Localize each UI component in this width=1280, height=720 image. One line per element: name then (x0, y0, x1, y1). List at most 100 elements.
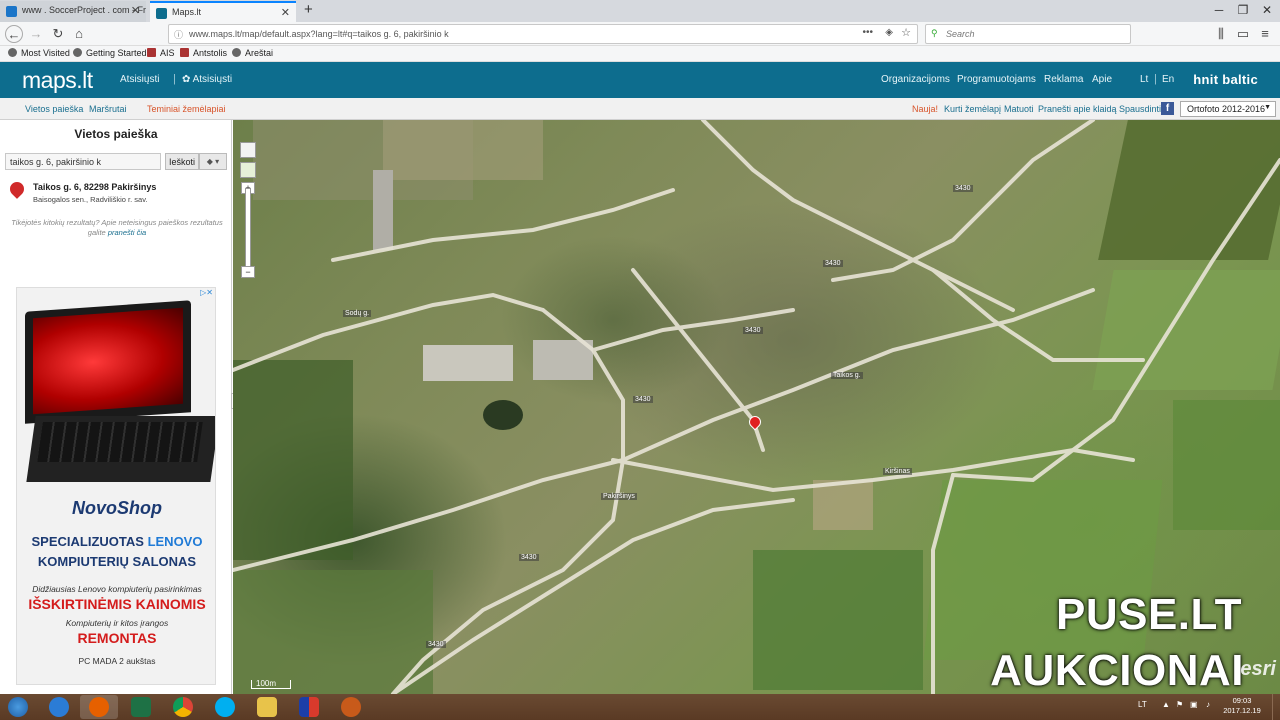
road-3430-south (391, 308, 625, 694)
forward-icon[interactable]: → (27, 25, 45, 43)
bookmarks-bar: Most Visited Getting Started AIS Antstol… (0, 46, 1280, 62)
close-window-icon[interactable]: ✕ (1252, 0, 1280, 22)
search-bar[interactable]: ⚲ Search (925, 24, 1131, 44)
result-pin-icon (7, 179, 27, 199)
site-logo[interactable]: maps.lt (22, 67, 93, 94)
ad-small-3: PC MADA 2 aukštas (78, 656, 156, 666)
app2-icon (341, 697, 361, 717)
ad-close-icon[interactable]: ▷✕ (200, 288, 213, 297)
taskbar-chrome[interactable] (164, 695, 202, 719)
back-icon[interactable]: ← (5, 25, 23, 43)
map-view[interactable]: 3430 3430 3430 3430 3430 3430 Taikos g. … (233, 120, 1280, 694)
ad-small-1: Didžiausias Lenovo kompiuterių pasirinki… (32, 584, 202, 594)
close-tab-icon[interactable]: ✕ (131, 4, 140, 17)
library-icon[interactable]: ⫼ (1212, 25, 1230, 43)
taskbar-firefox[interactable] (80, 695, 118, 719)
location-search-input[interactable]: taikos g. 6, pakiršinio k (5, 153, 161, 170)
pan-tool-icon[interactable] (240, 142, 256, 158)
maps-favicon-icon (156, 8, 167, 19)
facebook-icon[interactable]: f (1161, 102, 1174, 115)
search-button[interactable]: Ieškoti (165, 153, 199, 170)
url-bar[interactable]: ⓘ www.maps.lt/map/default.aspx?lang=lt#q… (168, 24, 918, 44)
lang-lt[interactable]: Lt (1140, 74, 1148, 85)
system-clock[interactable]: 09:03 2017.12.19 (1222, 696, 1262, 716)
zoom-slider[interactable] (245, 188, 251, 268)
bookmark-arestai[interactable]: Areštai (232, 48, 273, 58)
road-inner (631, 268, 765, 452)
tab-maps[interactable]: Maps.lt ✕ (150, 1, 296, 22)
menu-spausdinti[interactable]: Spausdinti (1119, 104, 1161, 114)
ad-small-2: Kompiuterių ir kitos įrangos (65, 618, 169, 628)
bookmark-getting-started[interactable]: Getting Started (73, 48, 147, 58)
tray-arrow-icon[interactable]: ▲ (1162, 700, 1170, 709)
road-label: Pakiršinys (601, 493, 637, 500)
nav-programuotojams[interactable]: Programuotojams (957, 74, 1036, 85)
nav-reklama[interactable]: Reklama (1044, 74, 1083, 85)
excel-icon (131, 697, 151, 717)
pocket-icon[interactable]: ◈ (885, 27, 893, 38)
search-options-dropdown[interactable]: ◆ ▾ (199, 153, 227, 170)
chevron-down-icon: ▼ (1264, 104, 1271, 111)
road-southwest (233, 458, 625, 572)
ad-big-2: REMONTAS (77, 630, 157, 646)
sidebar-icon[interactable]: ▭ (1234, 25, 1252, 43)
antstolis-icon (180, 48, 189, 57)
nav-apie[interactable]: Apie (1092, 74, 1112, 85)
bookmark-ais[interactable]: AIS (147, 48, 175, 58)
network-icon[interactable]: ▣ (1190, 700, 1198, 709)
ais-icon (147, 48, 156, 57)
volume-icon[interactable]: ♪ (1206, 700, 1210, 709)
show-desktop-button[interactable] (1272, 694, 1280, 720)
internet-explorer-icon (49, 697, 69, 717)
new-tab-icon[interactable]: + (304, 1, 313, 18)
info-icon[interactable]: ⓘ (174, 28, 183, 41)
road-label: Kiršinas (883, 468, 912, 475)
menu-teminiai-zemelapiai[interactable]: Teminiai žemėlapiai (147, 104, 226, 114)
menu-pranesti[interactable]: Pranešti apie klaidą (1038, 104, 1117, 114)
menu-marsrutai[interactable]: Maršrutai (89, 104, 127, 114)
android-icon: ✿ (182, 74, 193, 85)
road-east (931, 268, 1145, 362)
taskbar-explorer[interactable] (248, 695, 286, 719)
zoom-out-button[interactable]: − (241, 266, 255, 278)
download-android-link[interactable]: ✿ Atsisiųsti (182, 74, 232, 85)
taskbar-excel[interactable] (122, 695, 160, 719)
close-tab-icon[interactable]: ✕ (281, 6, 290, 19)
report-link[interactable]: pranešti čia (108, 228, 146, 237)
new-badge: Nauja! (912, 104, 939, 114)
nav-organizacijoms[interactable]: Organizacijoms (881, 74, 950, 85)
tab-soccerproject[interactable]: www . SoccerProject . com - Fr ✕ (0, 1, 146, 22)
menu-kurti-zemelapi[interactable]: Kurti žemėlapį (944, 104, 1001, 114)
road-label: Taikos g. (831, 372, 863, 379)
taskbar-app2[interactable] (332, 695, 370, 719)
taskbar-skype[interactable] (206, 695, 244, 719)
download-ios-link[interactable]: Atsisiųsti (120, 74, 159, 85)
home-icon[interactable]: ⌂ (70, 25, 88, 43)
ad-headline-2: KOMPIUTERIŲ SALONAS (37, 554, 197, 569)
page-actions-icon[interactable]: ••• (862, 27, 873, 38)
language-indicator[interactable]: LT (1138, 700, 1147, 709)
menu-icon[interactable]: ≡ (1256, 25, 1274, 43)
ortofoto-select[interactable]: Ortofoto 2012-2016 ▼ (1180, 101, 1276, 117)
reload-icon[interactable]: ↻ (49, 25, 67, 43)
advertisement[interactable]: ▷✕ NovoShop SPECIALIZUOTAS LENOVO KOMPIU… (16, 287, 216, 685)
ad-headline-1: SPECIALIZUOTAS LENOVO (31, 534, 203, 549)
start-button[interactable] (0, 695, 36, 719)
menu-matuoti[interactable]: Matuoti (1004, 104, 1034, 114)
bookmark-most-visited[interactable]: Most Visited (8, 48, 70, 58)
result-title[interactable]: Taikos g. 6, 82298 Pakiršinys (33, 182, 156, 192)
hnit-baltic-logo: hnit baltic (1193, 72, 1258, 87)
bookmark-star-icon[interactable]: ☆ (901, 26, 911, 39)
taskbar-ie[interactable] (40, 695, 78, 719)
map-scale: 100m (251, 680, 291, 689)
url-text: www.maps.lt/map/default.aspx?lang=lt#q=t… (189, 29, 449, 39)
firefox-icon (89, 697, 109, 717)
taskbar-app[interactable] (290, 695, 328, 719)
action-center-icon[interactable]: ⚑ (1176, 700, 1183, 709)
lang-en[interactable]: En (1162, 74, 1174, 85)
menu-vietos-paieska[interactable]: Vietos paieška (25, 104, 83, 114)
clock-date: 2017.12.19 (1223, 706, 1261, 715)
bookmark-antstolis[interactable]: Antstolis (180, 48, 227, 58)
tab-label: www . SoccerProject . com - Fr (22, 5, 146, 15)
street-view-icon[interactable] (240, 162, 256, 178)
